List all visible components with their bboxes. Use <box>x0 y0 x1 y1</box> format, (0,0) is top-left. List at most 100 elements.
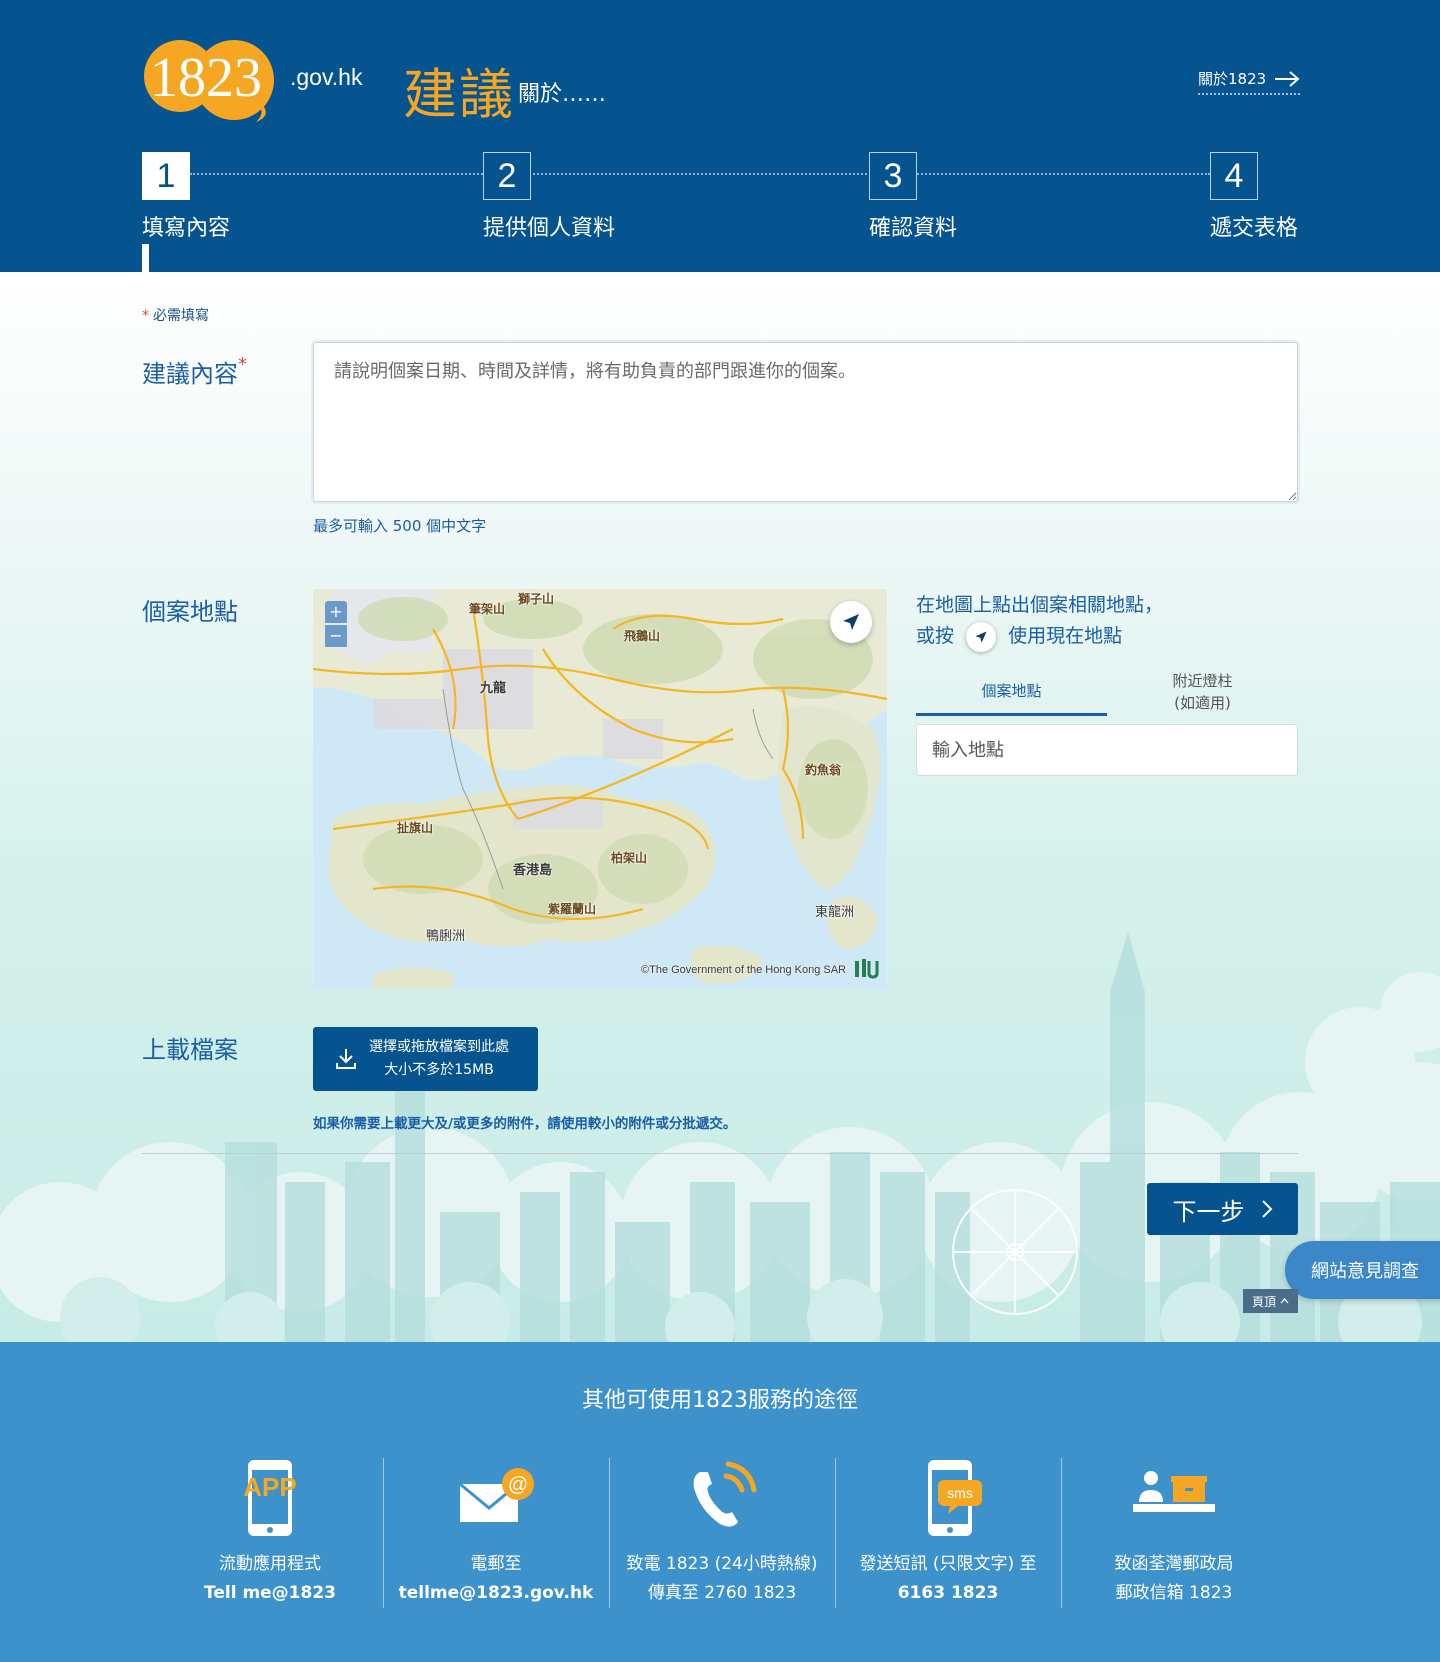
form-area: *必需填寫 建議內容* 最多可輸入 500 個中文字 個案地點 <box>0 272 1440 1342</box>
svg-text:@: @ <box>508 1474 528 1496</box>
map-place-label: 扯旗山 <box>397 821 434 835</box>
step-number: 4 <box>1210 152 1258 200</box>
arrow-right-icon <box>1275 70 1300 87</box>
upload-line2: 大小不多於15MB <box>384 1062 494 1078</box>
chevron-up-icon <box>1280 1298 1289 1304</box>
email-icon: @ <box>459 1468 534 1522</box>
channel-sms[interactable]: sms 發送短訊 (只限文字) 至 6163 1823 <box>835 1458 1061 1608</box>
map-place-label: 東龍洲 <box>815 905 855 920</box>
map-instruction-line1: 在地圖上點出個案相關地點， <box>916 594 1164 616</box>
step-label: 填寫內容 <box>142 216 231 241</box>
map-place-label: 獅子山 <box>518 592 555 606</box>
sms-phone-icon: sms <box>928 1460 982 1536</box>
content-label: 建議內容* <box>142 354 247 388</box>
logo-domain: .gov.hk <box>290 64 363 90</box>
map-copyright: ©The Government of the Hong Kong SAR <box>641 964 846 976</box>
back-to-top-button[interactable]: 頁頂 <box>1243 1289 1298 1313</box>
channel-phone[interactable]: 致電 1823 (24小時熱線) 傳真至 2760 1823 <box>609 1458 835 1608</box>
upload-note: 如果你需要上載更大及/或更多的附件，請使用較小的附件或分批遞交。 <box>313 1116 737 1132</box>
step-4: 4 遞交表格 <box>1210 152 1298 242</box>
footer: 其他可使用1823服務的途徑 APP 流動應用程式 Tell me@1823 @… <box>0 1342 1440 1662</box>
location-map[interactable]: + − 筆架山 獅子山 飛鵝山 九龍 釣魚翁 扯旗山 香港島 柏架山 紫羅蘭山 … <box>313 589 887 989</box>
step-1: 1 填寫內容 <box>142 152 230 242</box>
zoom-out-button[interactable]: − <box>325 625 347 647</box>
channel-line2: 6163 1823 <box>897 1583 999 1603</box>
step-number: 2 <box>483 152 531 200</box>
step-number: 1 <box>142 152 190 200</box>
step-label: 確認資料 <box>869 216 958 241</box>
tab-case-location[interactable]: 個案地點 <box>916 668 1107 716</box>
step-3: 3 確認資料 <box>869 152 957 242</box>
map-place-label: 九龍 <box>480 681 507 696</box>
post-office-icon <box>1133 1471 1215 1512</box>
form-divider <box>142 1153 1298 1154</box>
step-number: 3 <box>869 152 917 200</box>
map-instruction: 在地圖上點出個案相關地點， 或按 使用現在地點 <box>916 590 1163 652</box>
channel-line2: Tell me@1823 <box>204 1583 336 1603</box>
upload-file-button[interactable]: 選擇或拖放檔案到此處 大小不多於15MB <box>313 1027 538 1091</box>
chevron-right-icon <box>1261 1200 1272 1218</box>
channel-line1: 致電 1823 (24小時熱線) <box>626 1554 818 1574</box>
channel-line2: tellme@1823.gov.hk <box>398 1583 594 1603</box>
tab-lamppost-line1: 附近燈柱 <box>1172 672 1233 690</box>
channel-line2: 傳真至 2760 1823 <box>647 1583 797 1603</box>
map-zoom-controls: + − <box>325 601 347 649</box>
next-step-button[interactable]: 下一步 <box>1147 1183 1298 1235</box>
active-step-indicator <box>142 244 149 272</box>
map-place-label: 香港島 <box>513 863 553 878</box>
locate-me-button[interactable] <box>830 601 872 643</box>
channel-line1: 電郵至 <box>470 1554 522 1574</box>
content-char-limit-hint: 最多可輸入 500 個中文字 <box>313 517 487 535</box>
channel-email[interactable]: @ 電郵至 tellme@1823.gov.hk <box>383 1458 609 1608</box>
content-label-text: 建議內容 <box>142 360 238 388</box>
about-1823-label: 關於1823 <box>1198 70 1267 88</box>
map-place-label: 飛鵝山 <box>624 629 661 643</box>
svg-text:APP: APP <box>243 1472 296 1502</box>
tab-lamppost-line2: (如適用) <box>1174 694 1231 712</box>
channel-line1: 發送短訊 (只限文字) 至 <box>859 1554 1037 1574</box>
about-1823-link[interactable]: 關於1823 <box>1198 68 1301 95</box>
channel-app[interactable]: APP 流動應用程式 Tell me@1823 <box>157 1458 383 1608</box>
map-instruction-pre: 或按 <box>916 625 955 647</box>
required-note: * 必需填寫 <box>142 308 209 324</box>
inline-locate-icon <box>966 621 997 652</box>
channel-line1: 致函荃灣郵政局 <box>1114 1554 1234 1574</box>
step-2: 2 提供個人資料 <box>483 152 615 242</box>
back-to-top-label: 頁頂 <box>1251 1294 1276 1309</box>
page-title: 建議 <box>403 63 515 126</box>
upload-label: 上載檔案 <box>142 1036 238 1064</box>
svg-text:sms: sms <box>947 1485 973 1501</box>
zoom-in-button[interactable]: + <box>325 601 347 623</box>
site-survey-button[interactable]: 網站意見調查 <box>1285 1241 1440 1299</box>
content-textarea[interactable] <box>313 342 1298 502</box>
map-place-label: 柏架山 <box>611 851 648 865</box>
footer-title: 其他可使用1823服務的途徑 <box>582 1388 858 1413</box>
lands-department-logo-icon <box>855 959 879 979</box>
map-instruction-line2: 或按 使用現在地點 <box>916 621 1163 652</box>
channel-line1: 流動應用程式 <box>219 1554 321 1574</box>
step-label: 提供個人資料 <box>483 216 616 241</box>
map-place-label: 筆架山 <box>469 602 506 616</box>
location-tabs: 個案地點 附近燈柱 (如適用) <box>916 668 1298 716</box>
map-place-label: 鴨脷洲 <box>426 929 466 944</box>
step-label: 遞交表格 <box>1210 216 1299 241</box>
phone-call-icon <box>693 1461 757 1527</box>
logo-1823[interactable]: 1823 <box>142 34 287 124</box>
map-instruction-post: 使用現在地點 <box>1008 625 1123 647</box>
map-place-label: 釣魚翁 <box>805 763 842 777</box>
location-input[interactable] <box>916 724 1298 776</box>
map-base-tiles <box>313 589 887 989</box>
site-header: 1823 .gov.hk 建議 關於…… 關於1823 1 填寫內容 2 提供個… <box>0 0 1440 272</box>
location-arrow-icon <box>843 614 859 630</box>
steps-connector <box>190 173 1210 175</box>
map-place-label: 紫羅蘭山 <box>548 902 597 916</box>
tab-nearby-lamppost[interactable]: 附近燈柱 (如適用) <box>1107 668 1298 716</box>
channel-post[interactable]: 致函荃灣郵政局 郵政信箱 1823 <box>1061 1458 1287 1608</box>
location-label: 個案地點 <box>142 598 238 626</box>
channel-line2: 郵政信箱 1823 <box>1115 1583 1233 1603</box>
app-phone-icon: APP <box>243 1460 297 1536</box>
upload-line1: 選擇或拖放檔案到此處 <box>369 1039 509 1055</box>
next-step-label: 下一步 <box>1172 1197 1245 1226</box>
service-channels: APP 流動應用程式 Tell me@1823 @ 電郵至 tellme@182… <box>157 1458 1287 1608</box>
required-note-text: 必需填寫 <box>153 308 209 324</box>
